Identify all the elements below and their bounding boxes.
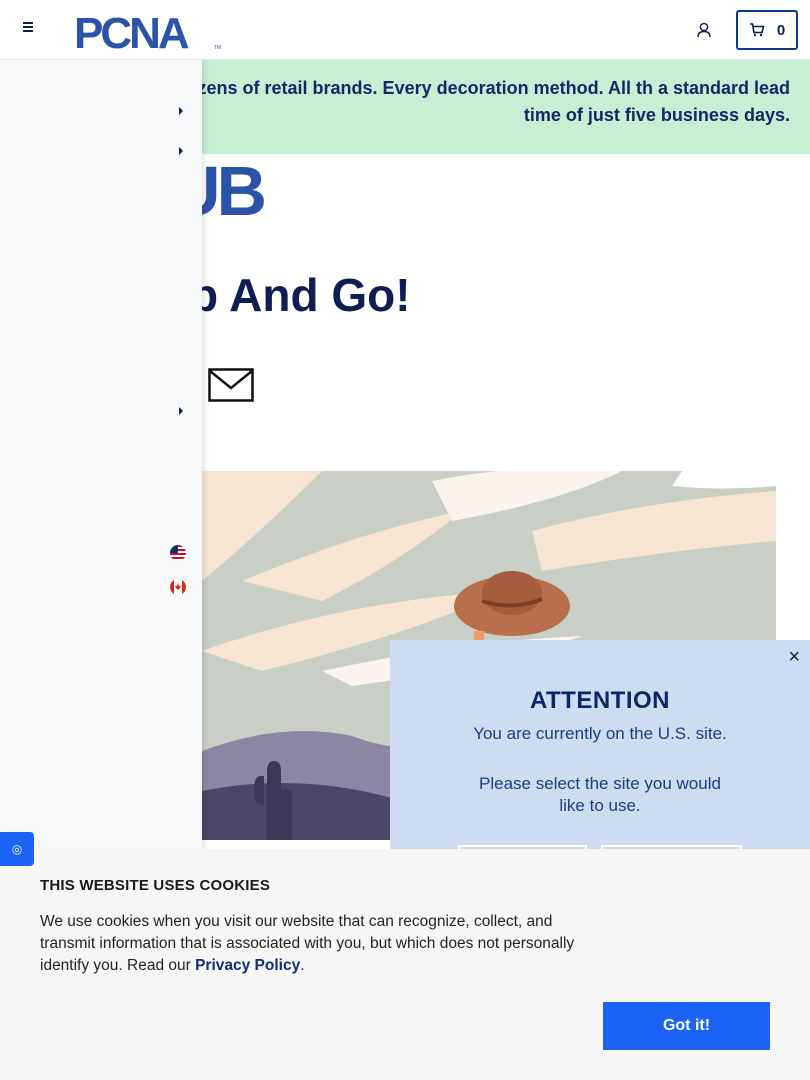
pcna-logo[interactable]: PCNA TM (74, 8, 224, 52)
logo-text: PCNA (74, 9, 189, 52)
menu-icon[interactable] (18, 20, 38, 40)
privacy-policy-link[interactable]: Privacy Policy (195, 957, 300, 974)
us-flag-icon[interactable] (170, 545, 186, 561)
cookie-text: We use cookies when you visit our websit… (40, 911, 600, 977)
hero-title: p And Go! (190, 269, 411, 321)
got-it-button[interactable]: Got it! (603, 1002, 770, 1050)
cookie-body: We use cookies when you visit our websit… (40, 913, 575, 974)
attention-instruction: Please select the site you would like to… (479, 774, 721, 815)
chevron-right-icon[interactable] (176, 145, 186, 157)
cookie-banner: THIS WEBSITE USES COOKIES We use cookies… (0, 849, 810, 1080)
cart-icon (749, 23, 765, 37)
mail-icon[interactable] (208, 368, 254, 402)
chevron-right-icon[interactable] (176, 405, 186, 417)
chevron-right-icon[interactable] (176, 105, 186, 117)
svg-text:TM: TM (214, 45, 221, 51)
accessibility-icon[interactable]: ◎ (0, 832, 34, 866)
cart-button[interactable]: 0 (736, 10, 798, 50)
attention-current-site: You are currently on the U.S. site. (473, 724, 727, 743)
close-icon[interactable]: × (788, 646, 800, 669)
user-icon[interactable] (694, 20, 714, 40)
site-header: PCNA TM 0 (0, 0, 810, 60)
cookie-title: THIS WEBSITE USES COOKIES (40, 877, 271, 894)
cookie-text-end: . (300, 957, 305, 974)
attention-title: ATTENTION (529, 687, 671, 714)
cart-count: 0 (776, 21, 786, 39)
canada-flag-icon[interactable] (170, 579, 186, 595)
